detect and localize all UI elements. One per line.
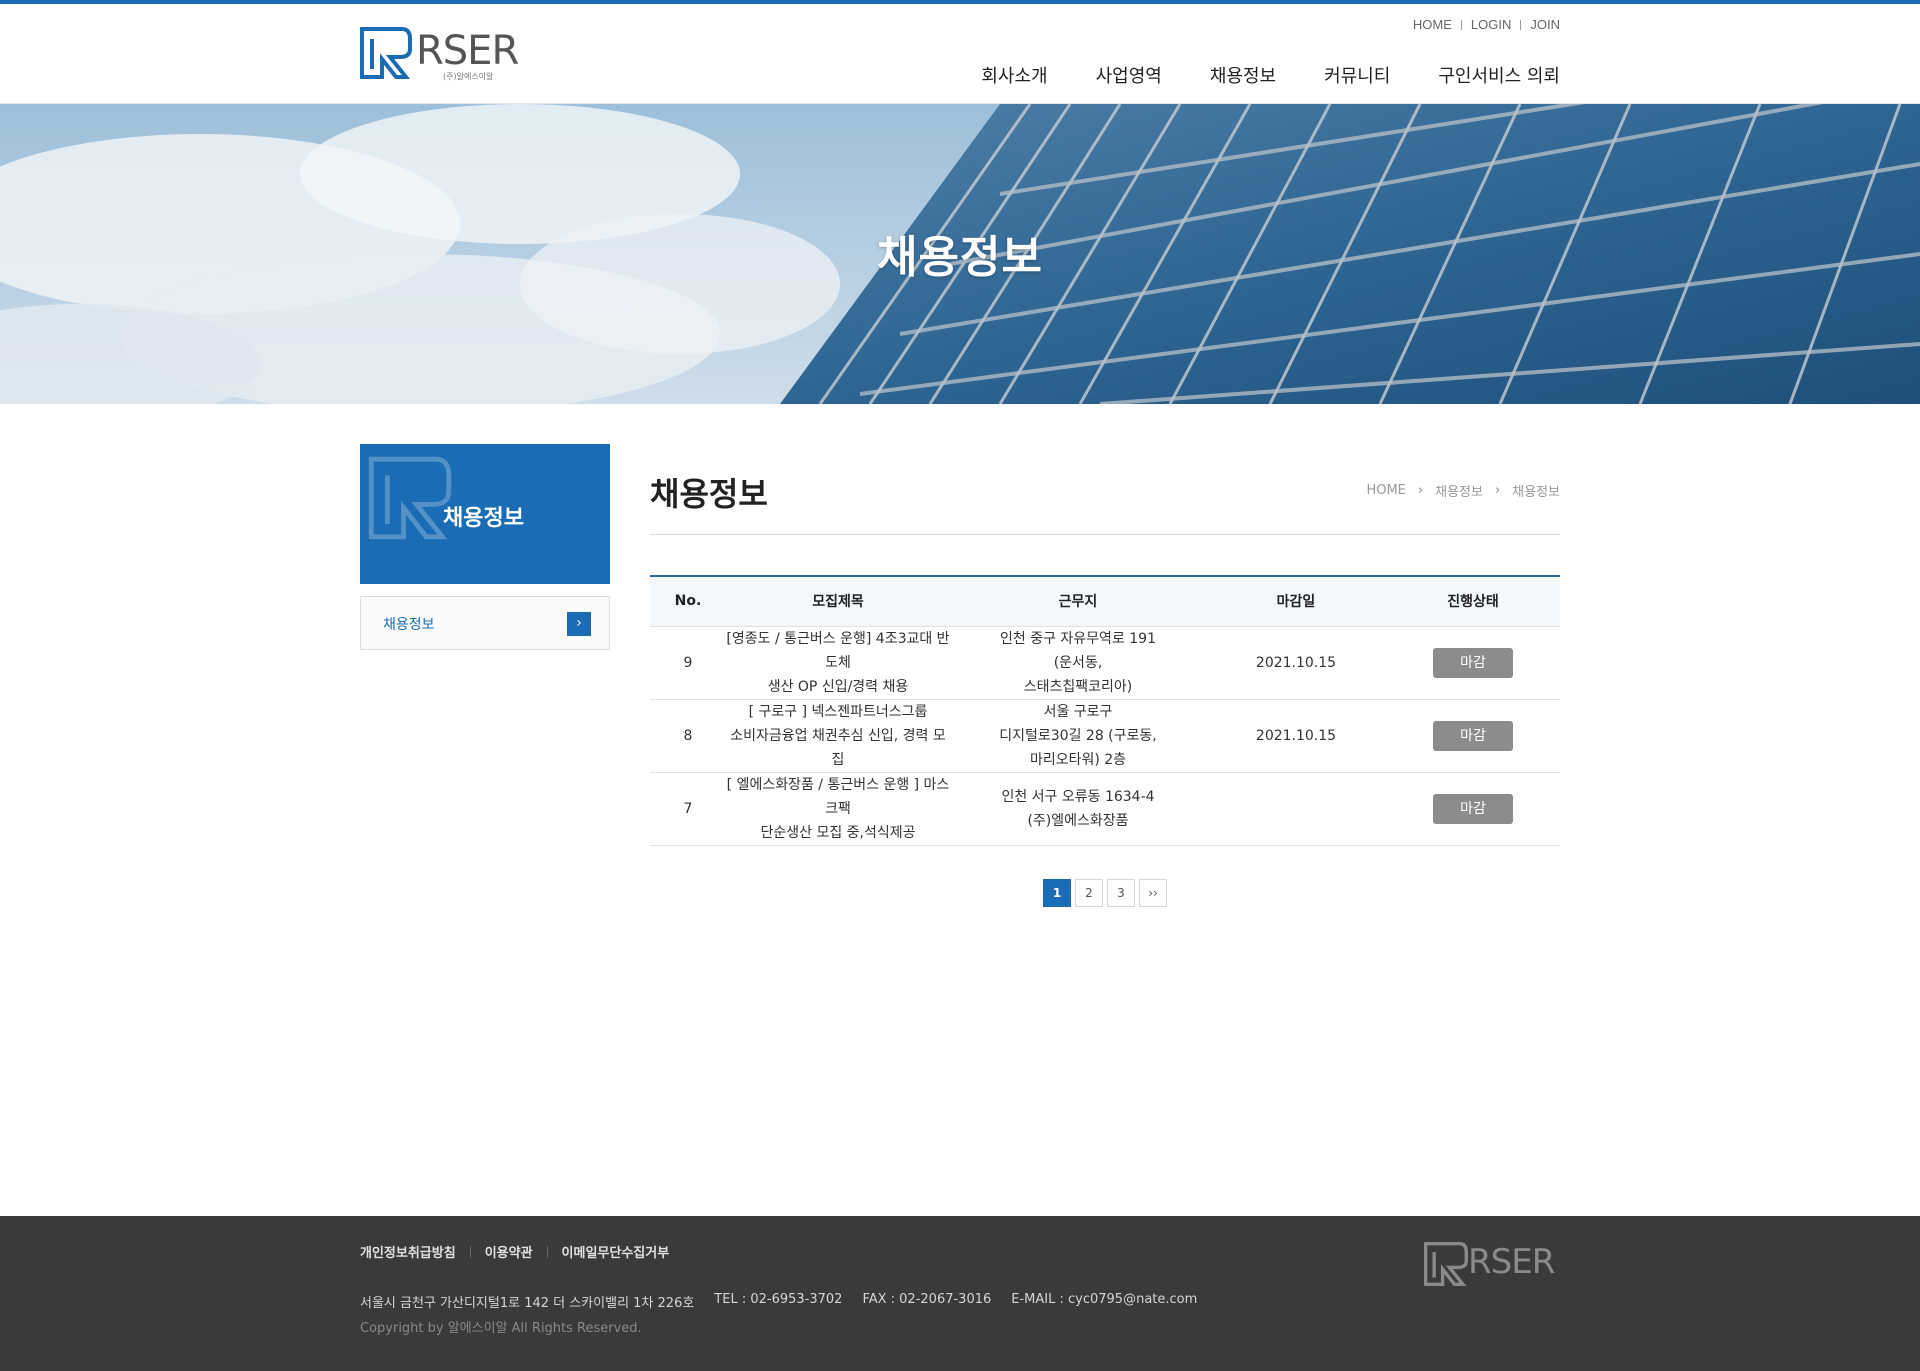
column-header-location: 근무지 bbox=[1058, 594, 1098, 611]
footer-tel: TEL : 02-6953-3702 bbox=[714, 1292, 843, 1307]
footer-copyright: Copyright by 알에스이알 All Rights Reserved. bbox=[360, 1321, 642, 1336]
job-list-table: No. 모집제목 근무지 마감일 진행상태 9 [영종도 / 통근버스 운행] … bbox=[650, 575, 1560, 846]
page-button-2[interactable]: 2 bbox=[1075, 879, 1103, 907]
row-deadline bbox=[1206, 772, 1386, 846]
column-header-deadline: 마감일 bbox=[1276, 594, 1316, 611]
row-location-line: 서울 구로구 bbox=[1043, 703, 1113, 720]
sub-visual-banner: 채용정보 bbox=[0, 104, 1920, 404]
footer-logo-wordmark: RSER bbox=[1468, 1242, 1555, 1282]
footer-logo-mark-icon bbox=[1424, 1242, 1468, 1286]
footer-link-email-policy[interactable]: 이메일무단수집거부 bbox=[562, 1242, 670, 1261]
breadcrumb: HOME › 채용정보 › 채용정보 bbox=[1366, 481, 1560, 500]
row-title-line: [ 구로구 ] 넥스젠파트너스그룹 bbox=[748, 703, 928, 720]
row-status-cell: 마감 bbox=[1386, 772, 1560, 846]
row-title-line: 단순생산 모집 중,석식제공 bbox=[760, 824, 916, 841]
table-row[interactable]: 7 [ 엘에스화장품 / 통근버스 운행 ] 마스크팩 단순생산 모집 중,석식… bbox=[650, 772, 1560, 846]
footer-link-privacy[interactable]: 개인정보취급방침 bbox=[360, 1242, 456, 1261]
chevron-right-icon: › bbox=[567, 612, 591, 636]
row-location: 인천 서구 오류동 1634-4 (주)엘에스화장품 bbox=[950, 772, 1206, 846]
row-title-line: 생산 OP 신입/경력 채용 bbox=[767, 678, 909, 695]
row-title-link[interactable]: [ 엘에스화장품 / 통근버스 운행 ] 마스크팩 단순생산 모집 중,석식제공 bbox=[726, 772, 950, 846]
footer-links: 개인정보취급방침 이용약관 이메일무단수집거부 bbox=[360, 1242, 669, 1261]
next-page-button[interactable]: ›› bbox=[1139, 879, 1167, 907]
row-location-line: 인천 중구 자유무역로 191 bbox=[1000, 630, 1156, 647]
util-join-link[interactable]: JOIN bbox=[1530, 17, 1560, 32]
table-row[interactable]: 8 [ 구로구 ] 넥스젠파트너스그룹 소비자금융업 채권추심 신입, 경력 모… bbox=[650, 699, 1560, 773]
row-location-line: 디지털로30길 28 (구로동, bbox=[999, 727, 1157, 744]
row-location-line: 마리오타워) 2층 bbox=[1029, 751, 1127, 768]
footer-contact: 서울시 금천구 가산디지털1로 142 더 스카이밸리 1차 226호 TEL … bbox=[360, 1292, 1217, 1311]
page-title: 채용정보 bbox=[650, 475, 768, 513]
breadcrumb-level1[interactable]: 채용정보 bbox=[1435, 481, 1483, 500]
row-location-line: (운서동, bbox=[1053, 654, 1103, 671]
nav-item-business[interactable]: 사업영역 bbox=[1096, 62, 1162, 88]
site-footer: 개인정보취급방침 이용약관 이메일무단수집거부 서울시 금천구 가산디지털1로 … bbox=[0, 1216, 1920, 1371]
status-closed-button[interactable]: 마감 bbox=[1433, 647, 1513, 678]
nav-item-recruit[interactable]: 채용정보 bbox=[1210, 62, 1276, 88]
breadcrumb-home[interactable]: HOME bbox=[1366, 483, 1405, 498]
site-logo[interactable]: RSER (주)알에스이알 bbox=[360, 27, 520, 85]
row-title-link[interactable]: [영종도 / 통근버스 운행] 4조3교대 반도체 생산 OP 신입/경력 채용 bbox=[726, 626, 950, 700]
site-header: RSER (주)알에스이알 HOME LOGIN JOIN 회사소개 사업영역 … bbox=[0, 4, 1920, 104]
footer-divider bbox=[546, 1245, 548, 1258]
row-status-cell: 마감 bbox=[1386, 626, 1560, 700]
chevron-right-icon: › bbox=[1417, 483, 1424, 498]
row-title-line: [영종도 / 통근버스 운행] 4조3교대 반도체 bbox=[726, 630, 950, 671]
row-no: 7 bbox=[650, 772, 726, 846]
sidebar-logo-mark-icon bbox=[368, 456, 452, 540]
row-status-cell: 마감 bbox=[1386, 699, 1560, 773]
title-divider bbox=[650, 534, 1560, 535]
column-header-title: 모집제목 bbox=[812, 594, 864, 611]
row-location: 인천 중구 자유무역로 191 (운서동, 스태츠칩팩코리아) bbox=[950, 626, 1206, 700]
sidebar-header: 채용정보 bbox=[360, 444, 610, 584]
logo-wordmark: RSER bbox=[416, 28, 519, 74]
table-row[interactable]: 9 [영종도 / 통근버스 운행] 4조3교대 반도체 생산 OP 신입/경력 … bbox=[650, 626, 1560, 700]
row-location-line: 인천 서구 오류동 1634-4 bbox=[1001, 788, 1155, 805]
util-login-link[interactable]: LOGIN bbox=[1471, 17, 1511, 32]
row-location: 서울 구로구 디지털로30길 28 (구로동, 마리오타워) 2층 bbox=[950, 699, 1206, 773]
util-home-link[interactable]: HOME bbox=[1413, 17, 1452, 32]
footer-email: E-MAIL : cyc0795@nate.com bbox=[1011, 1292, 1198, 1307]
row-title-line: [ 엘에스화장품 / 통근버스 운행 ] 마스크팩 bbox=[726, 776, 950, 817]
status-closed-button[interactable]: 마감 bbox=[1433, 720, 1513, 751]
page-button-1[interactable]: 1 bbox=[1043, 879, 1071, 907]
pagination: 1 2 3 ›› bbox=[1043, 879, 1167, 907]
column-header-no: No. bbox=[674, 593, 702, 610]
sidebar-item-label: 채용정보 bbox=[383, 617, 435, 633]
column-header-status: 진행상태 bbox=[1447, 594, 1499, 611]
sidebar-title: 채용정보 bbox=[443, 506, 524, 531]
footer-fax: FAX : 02-2067-3016 bbox=[862, 1292, 992, 1307]
row-title-link[interactable]: [ 구로구 ] 넥스젠파트너스그룹 소비자금융업 채권추심 신입, 경력 모집 bbox=[726, 699, 950, 773]
nav-item-company[interactable]: 회사소개 bbox=[981, 62, 1047, 88]
footer-link-terms[interactable]: 이용약관 bbox=[485, 1242, 533, 1261]
utility-nav: HOME LOGIN JOIN bbox=[1413, 17, 1560, 32]
footer-address: 서울시 금천구 가산디지털1로 142 더 스카이밸리 1차 226호 bbox=[360, 1296, 695, 1311]
row-deadline: 2021.10.15 bbox=[1206, 626, 1386, 700]
logo-mark-icon bbox=[360, 27, 412, 79]
nav-item-community[interactable]: 커뮤니티 bbox=[1324, 62, 1390, 88]
logo-subtitle: (주)알에스이알 bbox=[443, 72, 494, 81]
row-location-line: (주)엘에스화장품 bbox=[1027, 812, 1129, 829]
banner-title: 채용정보 bbox=[877, 232, 1043, 283]
page-button-3[interactable]: 3 bbox=[1107, 879, 1135, 907]
table-header-row: No. 모집제목 근무지 마감일 진행상태 bbox=[650, 576, 1560, 626]
row-title-line: 소비자금융업 채권추심 신입, 경력 모집 bbox=[730, 727, 946, 768]
nav-item-request[interactable]: 구인서비스 의뢰 bbox=[1438, 62, 1560, 88]
breadcrumb-current: 채용정보 bbox=[1512, 485, 1560, 500]
footer-logo: RSER bbox=[1424, 1242, 1560, 1292]
row-deadline: 2021.10.15 bbox=[1206, 699, 1386, 773]
row-location-line: 스태츠칩팩코리아) bbox=[1023, 678, 1133, 695]
row-no: 8 bbox=[650, 699, 726, 773]
footer-divider bbox=[469, 1245, 471, 1258]
status-closed-button[interactable]: 마감 bbox=[1433, 793, 1513, 824]
row-no: 9 bbox=[650, 626, 726, 700]
chevron-right-icon: › bbox=[1494, 483, 1501, 498]
util-divider bbox=[1460, 19, 1462, 30]
util-divider bbox=[1520, 19, 1522, 30]
sidebar-item-recruit[interactable]: 채용정보 › bbox=[360, 596, 610, 650]
main-nav: 회사소개 사업영역 채용정보 커뮤니티 구인서비스 의뢰 bbox=[933, 62, 1560, 88]
